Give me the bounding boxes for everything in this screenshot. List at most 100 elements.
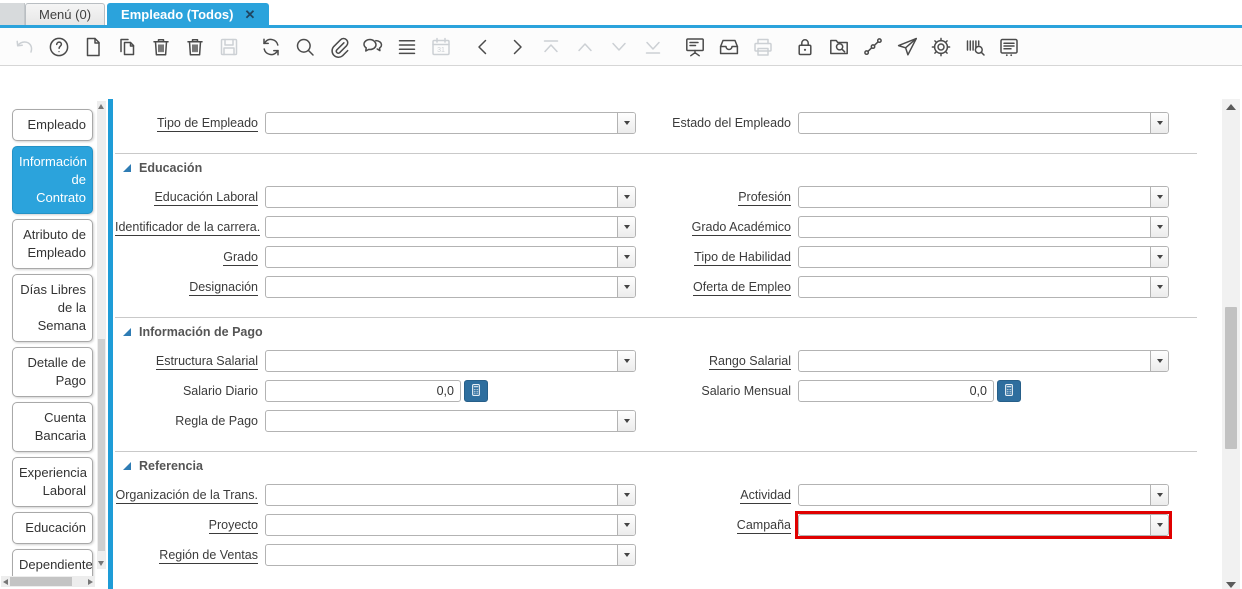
proyecto-combobox[interactable]: [265, 514, 636, 536]
sidebar-horizontal-scrollbar[interactable]: [1, 576, 95, 587]
grado-academico-combobox[interactable]: [798, 216, 1169, 238]
combo-arrow-button[interactable]: [617, 277, 635, 297]
campana-combobox[interactable]: [798, 514, 1169, 536]
combo-arrow-button[interactable]: [617, 247, 635, 267]
section-header-informacion-de-pago[interactable]: Información de Pago: [115, 318, 1197, 346]
scroll-up-icon[interactable]: [98, 104, 104, 109]
window-customization-button[interactable]: [996, 33, 1022, 61]
combo-arrow-button[interactable]: [617, 351, 635, 371]
organizacion-de-la-trans-combobox[interactable]: [265, 484, 636, 506]
combo-arrow-button[interactable]: [617, 113, 635, 133]
scrollbar-thumb[interactable]: [1225, 307, 1237, 449]
combobox-value[interactable]: [266, 411, 617, 431]
next-record-button[interactable]: [504, 33, 530, 61]
combo-arrow-button[interactable]: [1150, 187, 1168, 207]
calculator-button[interactable]: [464, 380, 488, 402]
workflow-button[interactable]: [860, 33, 886, 61]
sidebar-tab-experiencia-laboral[interactable]: Experiencia Laboral: [12, 457, 93, 507]
combo-arrow-button[interactable]: [617, 485, 635, 505]
sidebar-vertical-scrollbar[interactable]: [97, 101, 106, 569]
oferta-de-empleo-combobox[interactable]: [798, 276, 1169, 298]
salario-diario-input[interactable]: [265, 380, 461, 402]
profesion-label[interactable]: Profesión: [738, 190, 791, 206]
organizacion-de-la-trans-label[interactable]: Organización de la Trans.: [115, 488, 258, 504]
combobox-value[interactable]: [266, 113, 617, 133]
combo-arrow-button[interactable]: [1150, 351, 1168, 371]
combobox-value[interactable]: [799, 187, 1150, 207]
zoom-across-button[interactable]: [826, 33, 852, 61]
chat-button[interactable]: [360, 33, 386, 61]
combo-arrow-button[interactable]: [1150, 217, 1168, 237]
identificador-de-la-carrera-label[interactable]: Identificador de la carrera.: [115, 220, 261, 236]
combo-arrow-button[interactable]: [617, 217, 635, 237]
attachment-button[interactable]: [326, 33, 352, 61]
tipo-de-empleado-combobox[interactable]: [265, 112, 636, 134]
sidebar-tab-detalle-de-pago[interactable]: Detalle de Pago: [12, 347, 93, 397]
sidebar-tab-educacion[interactable]: Educación: [12, 512, 93, 544]
actividad-label[interactable]: Actividad: [740, 488, 791, 504]
combobox-value[interactable]: [799, 217, 1150, 237]
find-button[interactable]: [292, 33, 318, 61]
oferta-de-empleo-label[interactable]: Oferta de Empleo: [693, 280, 791, 296]
process-button[interactable]: [928, 33, 954, 61]
sidebar-tab-dias-libres-de-la-semana[interactable]: Días Libres de la Semana: [12, 274, 93, 342]
estructura-salarial-label[interactable]: Estructura Salarial: [155, 354, 258, 370]
scrollbar-thumb[interactable]: [98, 339, 105, 551]
tipo-de-empleado-label[interactable]: Tipo de Empleado: [157, 116, 258, 132]
region-de-ventas-label[interactable]: Región de Ventas: [159, 548, 258, 564]
tab-empleado-todos[interactable]: Empleado (Todos) ✕: [107, 3, 270, 25]
combobox-value[interactable]: [266, 187, 617, 207]
combo-arrow-button[interactable]: [617, 411, 635, 431]
new-record-button[interactable]: [80, 33, 106, 61]
combobox-value[interactable]: [266, 545, 617, 565]
grado-label[interactable]: Grado: [223, 250, 258, 266]
combo-arrow-button[interactable]: [1150, 113, 1168, 133]
copy-record-button[interactable]: [114, 33, 140, 61]
scroll-right-icon[interactable]: [88, 579, 93, 585]
regla-de-pago-combobox[interactable]: [265, 410, 636, 432]
delete-record-button[interactable]: [148, 33, 174, 61]
combo-arrow-button[interactable]: [1150, 277, 1168, 297]
combobox-value[interactable]: [799, 113, 1150, 133]
estado-del-empleado-combobox[interactable]: [798, 112, 1169, 134]
section-header-educacion[interactable]: Educación: [115, 154, 1197, 182]
tipo-de-habilidad-combobox[interactable]: [798, 246, 1169, 268]
lock-button[interactable]: [792, 33, 818, 61]
rango-salarial-combobox[interactable]: [798, 350, 1169, 372]
report-button[interactable]: [682, 33, 708, 61]
combobox-value[interactable]: [799, 247, 1150, 267]
scroll-left-icon[interactable]: [3, 579, 8, 585]
actividad-combobox[interactable]: [798, 484, 1169, 506]
calculator-button[interactable]: [997, 380, 1021, 402]
close-icon[interactable]: ✕: [244, 8, 255, 21]
tipo-de-habilidad-label[interactable]: Tipo de Habilidad: [694, 250, 791, 266]
help-button[interactable]: [46, 33, 72, 61]
salario-mensual-input[interactable]: [798, 380, 994, 402]
sidebar-tab-informacion-de-contrato[interactable]: Información de Contrato: [12, 146, 93, 214]
rango-salarial-label[interactable]: Rango Salarial: [709, 354, 791, 370]
combobox-value[interactable]: [266, 247, 617, 267]
combobox-value[interactable]: [799, 351, 1150, 371]
designacion-combobox[interactable]: [265, 276, 636, 298]
combo-arrow-button[interactable]: [617, 187, 635, 207]
refresh-button[interactable]: [258, 33, 284, 61]
combobox-value[interactable]: [266, 217, 617, 237]
grid-toggle-button[interactable]: [394, 33, 420, 61]
scroll-down-icon[interactable]: [1226, 582, 1236, 588]
sidebar-tab-cuenta-bancaria[interactable]: Cuenta Bancaria: [12, 402, 93, 452]
educacion-laboral-combobox[interactable]: [265, 186, 636, 208]
grado-academico-label[interactable]: Grado Académico: [691, 220, 791, 236]
combo-arrow-button[interactable]: [1150, 247, 1168, 267]
product-info-button[interactable]: [962, 33, 988, 61]
previous-record-button[interactable]: [470, 33, 496, 61]
designacion-label[interactable]: Designación: [189, 280, 258, 296]
combobox-value[interactable]: [799, 277, 1150, 297]
tab-menu-0[interactable]: Menú (0): [25, 3, 106, 25]
combobox-value[interactable]: [266, 485, 617, 505]
combo-arrow-button[interactable]: [1150, 515, 1168, 535]
section-header-referencia[interactable]: Referencia: [115, 452, 1197, 480]
combobox-value[interactable]: [266, 351, 617, 371]
proyecto-label[interactable]: Proyecto: [208, 518, 258, 534]
combo-arrow-button[interactable]: [617, 545, 635, 565]
identificador-de-la-carrera-combobox[interactable]: [265, 216, 636, 238]
